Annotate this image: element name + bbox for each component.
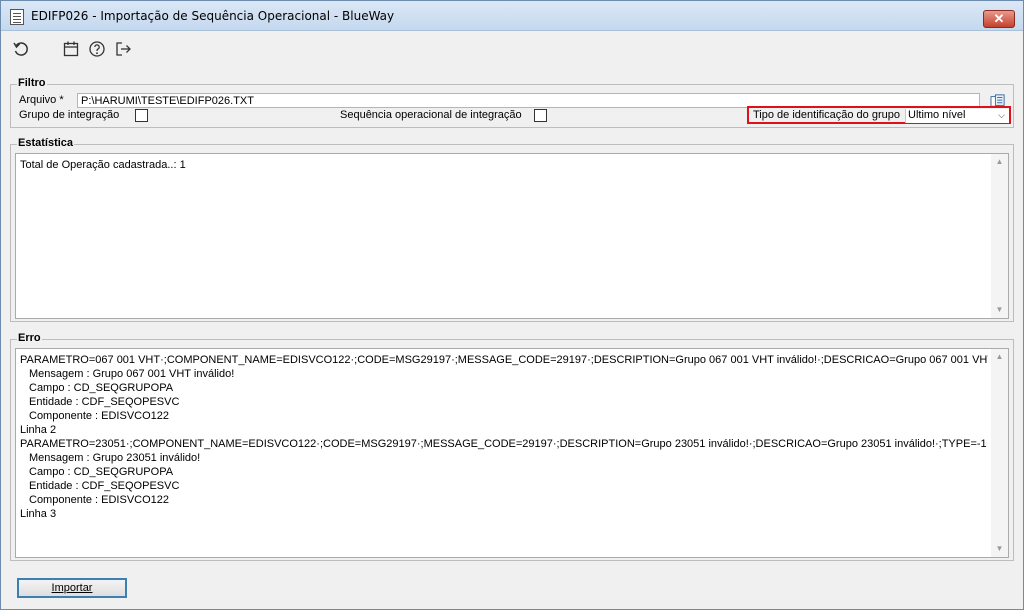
close-button[interactable]: ✕ <box>983 10 1015 28</box>
calendar-icon[interactable] <box>61 39 81 59</box>
document-icon <box>10 9 24 25</box>
estatistica-textarea[interactable]: Total de Operação cadastrada..: 1 ▲ ▼ <box>15 153 1009 319</box>
erro-line: Componente : EDISVCO122 <box>29 494 170 506</box>
erro-scrollbar[interactable]: ▲ ▼ <box>991 349 1008 557</box>
sequencia-operacional-checkbox[interactable] <box>534 109 547 122</box>
estatistica-text: Total de Operação cadastrada..: 1 <box>20 159 186 171</box>
scroll-up-icon[interactable]: ▲ <box>991 154 1008 170</box>
erro-line: Mensagem : Grupo 067 001 VHT inválido! <box>29 368 235 380</box>
estatistica-group: Estatística Total de Operação cadastrada… <box>10 137 1014 322</box>
grupo-integracao-checkbox[interactable] <box>135 109 148 122</box>
erro-textarea[interactable]: PARAMETRO=067 001 VHT·;COMPONENT_NAME=ED… <box>15 348 1009 558</box>
refresh-icon[interactable] <box>11 39 31 59</box>
exit-icon[interactable] <box>113 39 133 59</box>
grupo-integracao-label: Grupo de integração <box>19 109 120 121</box>
erro-line: Linha 2 <box>20 424 57 436</box>
erro-line: Entidade : CDF_SEQOPESVC <box>29 480 180 492</box>
window-title: EDIFP026 - Importação de Sequência Opera… <box>31 9 395 23</box>
scroll-down-icon[interactable]: ▼ <box>991 541 1008 557</box>
tipo-identificacao-value: Ultimo nível <box>908 109 966 121</box>
chevron-down-icon: ⌵ <box>998 110 1005 120</box>
erro-text: PARAMETRO=067 001 VHT·;COMPONENT_NAME=ED… <box>20 353 988 521</box>
importar-label: Importar <box>51 582 93 594</box>
estatistica-scrollbar[interactable]: ▲ ▼ <box>991 154 1008 318</box>
sequencia-operacional-label: Sequência operacional de integração <box>340 109 522 121</box>
tipo-identificacao-label: Tipo de identificação do grupo <box>753 109 900 121</box>
erro-line: PARAMETRO=067 001 VHT·;COMPONENT_NAME=ED… <box>20 354 988 366</box>
scroll-down-icon[interactable]: ▼ <box>991 302 1008 318</box>
toolbar <box>1 32 1023 66</box>
erro-line: Componente : EDISVCO122 <box>29 410 170 422</box>
erro-title: Erro <box>17 332 42 344</box>
erro-line: Linha 3 <box>20 508 57 520</box>
title-bar: EDIFP026 - Importação de Sequência Opera… <box>1 1 1023 31</box>
importar-button[interactable]: Importar <box>17 578 127 598</box>
tipo-identificacao-highlight: Tipo de identificação do grupo Ultimo ní… <box>747 106 1011 124</box>
erro-line: Mensagem : Grupo 23051 inválido! <box>29 452 201 464</box>
erro-line: Campo : CD_SEQGRUPOPA <box>29 466 174 478</box>
scroll-up-icon[interactable]: ▲ <box>991 349 1008 365</box>
erro-group: Erro PARAMETRO=067 001 VHT·;COMPONENT_NA… <box>10 332 1014 561</box>
estatistica-title: Estatística <box>17 137 75 149</box>
filtro-group: Filtro Arquivo * P:\HARUMI\TESTE\EDIFP02… <box>10 77 1014 128</box>
arquivo-label: Arquivo * <box>19 94 64 106</box>
erro-line: PARAMETRO=23051·;COMPONENT_NAME=EDISVCO1… <box>20 438 988 450</box>
main-window: EDIFP026 - Importação de Sequência Opera… <box>0 0 1024 610</box>
filtro-title: Filtro <box>17 77 47 89</box>
tipo-identificacao-select[interactable]: Ultimo nível ⌵ <box>905 109 1009 123</box>
help-icon[interactable] <box>87 39 107 59</box>
erro-line: Entidade : CDF_SEQOPESVC <box>29 396 180 408</box>
erro-line: Campo : CD_SEQGRUPOPA <box>29 382 174 394</box>
